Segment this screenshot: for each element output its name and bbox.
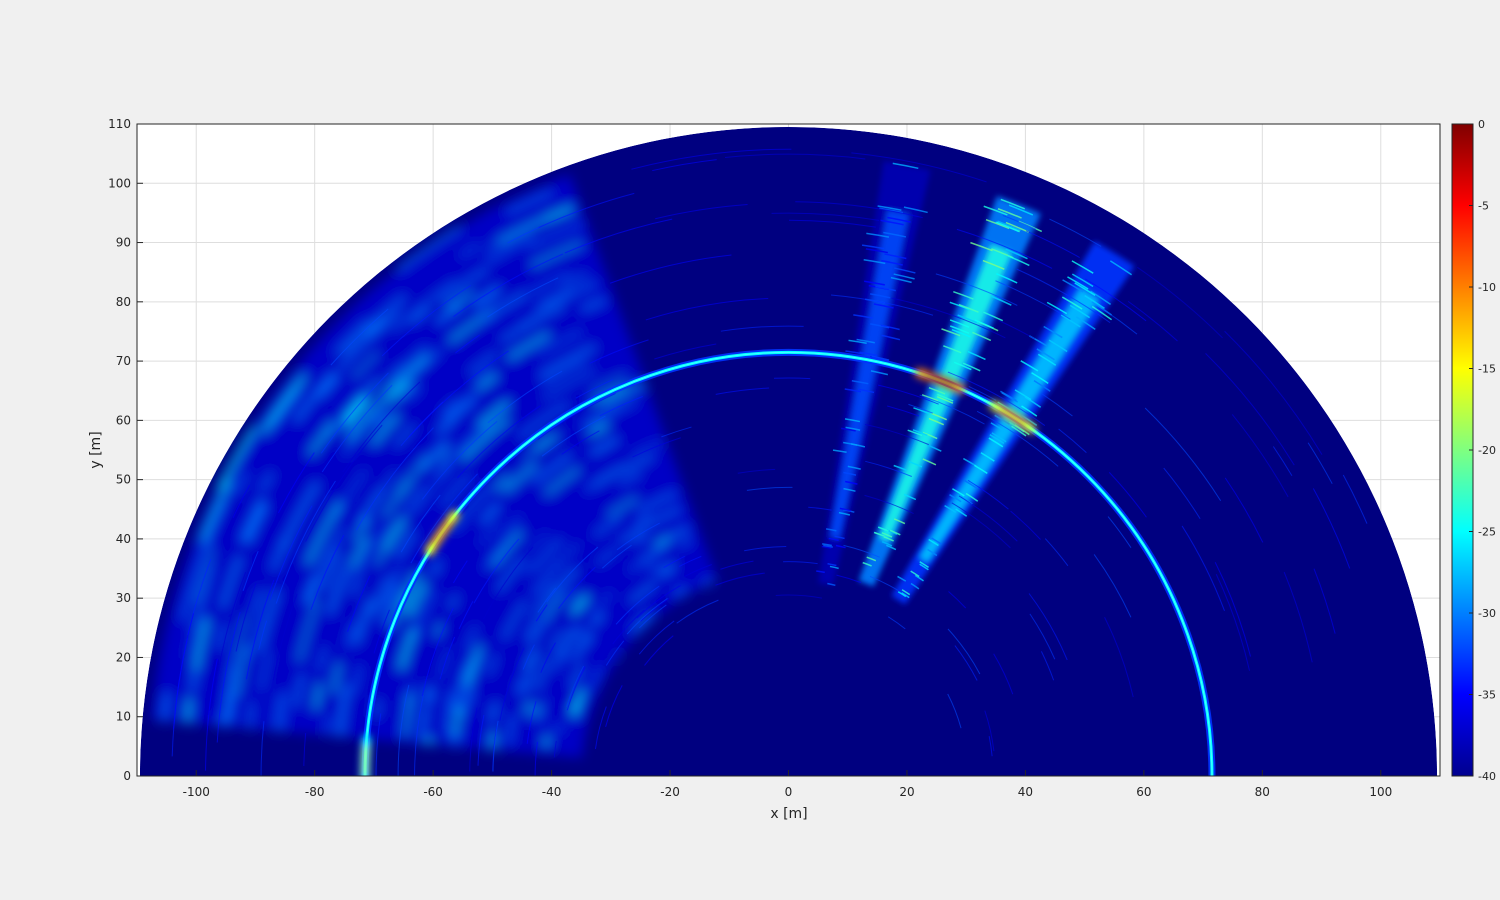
clutter-patch [325,715,332,736]
clutter-patch [558,723,564,733]
colorbar-tick-label: -5 [1478,200,1489,213]
y-tick-label: 20 [116,650,131,664]
x-tick-label: 20 [899,785,914,799]
clutter-patch [426,737,432,745]
y-axis-label: y [m] [88,431,104,468]
y-tick-label: 40 [116,532,131,546]
x-tick-label: -100 [183,785,210,799]
x-tick-label: 0 [785,785,793,799]
x-tick-label: 60 [1136,785,1151,799]
clutter-patch [426,687,435,704]
y-tick-label: 90 [116,236,131,250]
clutter-patch [218,714,223,727]
y-tick-label: 60 [116,413,131,427]
colorbar: 0 -5 -10 -15 -20 -25 -30 -35 -40 [1451,118,1496,783]
colorbar-tick-label: -30 [1478,607,1496,620]
colorbar-tick-label: -25 [1478,526,1496,539]
clutter-patch [543,736,549,748]
clutter-patch [533,704,542,718]
clutter-patch [374,700,381,718]
y-tick-label: 50 [116,473,131,487]
x-tick-label: 40 [1018,785,1033,799]
x-tick-label: 100 [1369,785,1392,799]
colorbar-tick-label: 0 [1478,118,1485,131]
hotspot [362,745,369,776]
colorbar-tick-label: -35 [1478,689,1496,702]
y-tick-label: 10 [116,710,131,724]
y-tick-label: 0 [123,769,131,783]
y-tick-label: 70 [116,354,131,368]
colorbar-tick-label: -20 [1478,444,1496,457]
y-tick-label: 110 [108,117,131,131]
y-tick-label: 80 [116,295,131,309]
colorbar-tick-label: -15 [1478,363,1496,376]
range-streak [773,377,811,380]
x-tick-label: -40 [542,785,562,799]
y-tick-label: 100 [108,176,131,190]
x-tick-label: 80 [1255,785,1270,799]
x-tick-label: -20 [660,785,680,799]
x-tick-label: -80 [305,785,325,799]
colorbar-tick-label: -40 [1478,770,1496,783]
colorbar-tick-label: -10 [1478,281,1496,294]
radar-figure: -100 -80 -60 -40 -20 0 20 40 60 80 100 01020304050… [88,117,1496,822]
x-axis-label: x [m] [770,806,807,822]
x-tick-label: -60 [423,785,443,799]
y-tick-label: 30 [116,591,131,605]
